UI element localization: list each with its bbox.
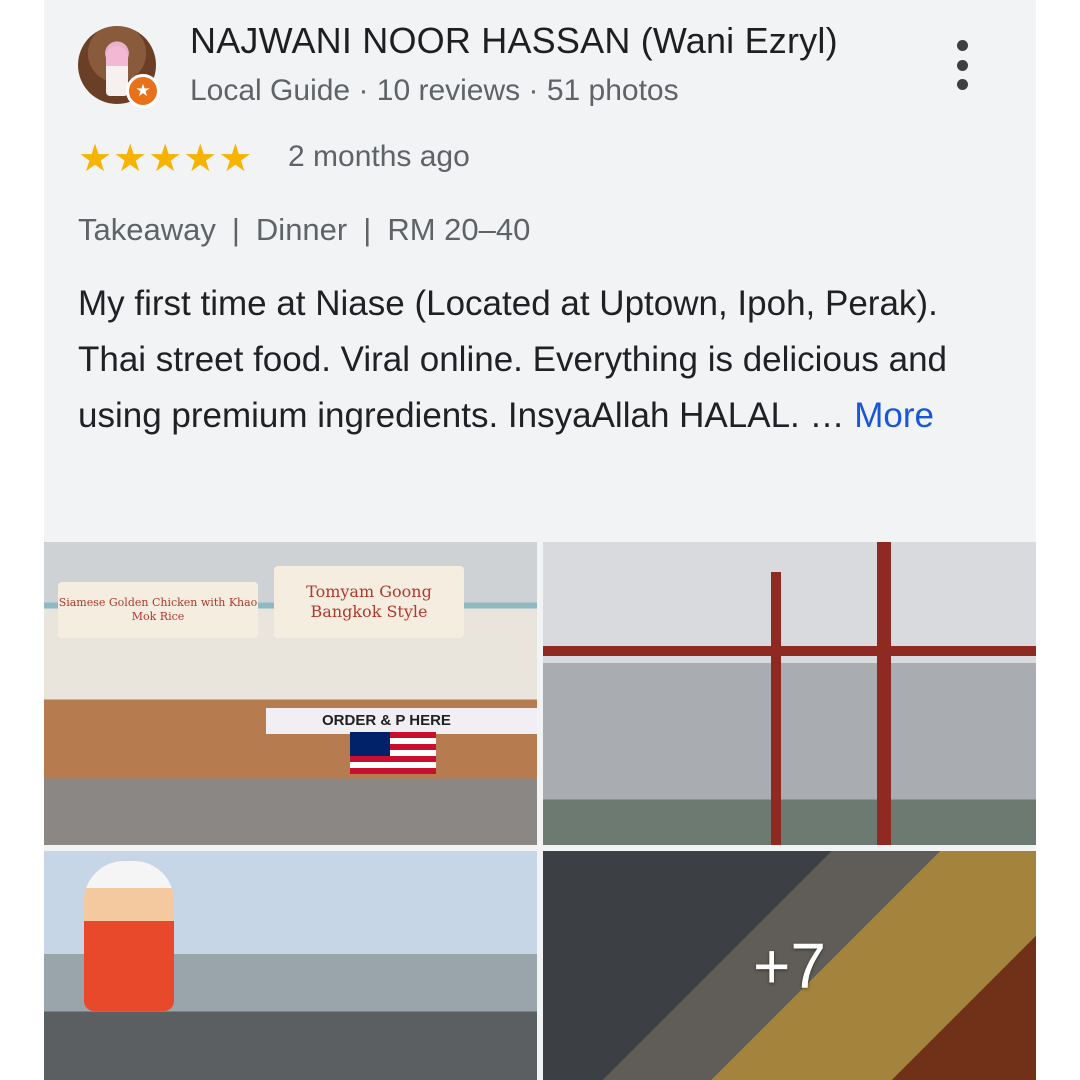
more-photos-count[interactable]: +7 (543, 851, 1036, 1080)
roof-pillar (877, 542, 891, 845)
menu-dot (956, 40, 968, 51)
star-icon: ★ (183, 138, 218, 180)
review-text: My first time at Niase (Located at Uptow… (78, 276, 1008, 444)
food-stall-sign-left: Siamese Golden Chicken with Khao Mok Ric… (58, 582, 258, 638)
review-photo-3[interactable] (44, 851, 537, 1080)
author-name[interactable]: NAJWANI NOOR HASSAN (Wani Ezryl) (190, 20, 838, 62)
tag-service: Takeaway (78, 212, 216, 247)
menu-dot (956, 59, 968, 71)
menu-dot (956, 79, 968, 90)
star-icon: ★ (148, 138, 183, 180)
roof-pillar (771, 572, 781, 845)
author-meta: Local Guide · 10 reviews · 51 photos (190, 74, 679, 107)
more-vert-icon[interactable] (950, 40, 974, 90)
review-tags: Takeaway | Dinner | RM 20–40 (78, 212, 530, 248)
roof-beam (543, 646, 1036, 656)
author-avatar[interactable]: ★ (78, 26, 160, 108)
counter-sign: ORDER & P HERE (266, 708, 537, 734)
mascot-image (84, 861, 174, 1011)
local-guide-badge-icon: ★ (126, 74, 160, 108)
rating-stars: ★ ★ ★ ★ ★ (78, 138, 252, 180)
review-photo-4[interactable]: +7 (543, 851, 1036, 1080)
tag-separator: | (231, 212, 240, 247)
more-link[interactable]: More (854, 396, 934, 435)
review-date: 2 months ago (288, 140, 470, 173)
tag-meal: Dinner (255, 212, 348, 247)
star-icon: ★ (113, 138, 148, 180)
tag-price: RM 20–40 (387, 212, 531, 247)
review-photo-1[interactable]: Siamese Golden Chicken with Khao Mok Ric… (44, 542, 537, 845)
star-icon: ★ (218, 138, 253, 180)
review-photo-2[interactable] (543, 542, 1036, 845)
flag-image (350, 732, 436, 774)
food-stall-sign: Tomyam Goong Bangkok Style (274, 566, 464, 638)
star-icon: ★ (78, 138, 113, 180)
avatar-figure (106, 46, 128, 96)
tag-separator: | (363, 212, 372, 247)
review-body: My first time at Niase (Located at Uptow… (78, 284, 948, 435)
